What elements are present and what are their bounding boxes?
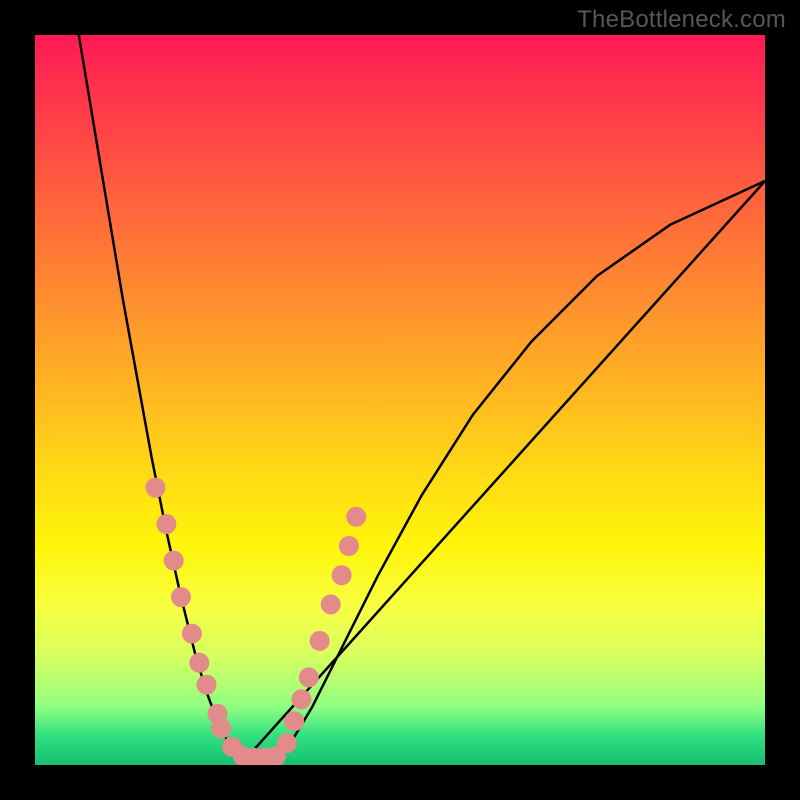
chart-plot-area [35, 35, 765, 765]
watermark-text: TheBottleneck.com [577, 6, 786, 34]
